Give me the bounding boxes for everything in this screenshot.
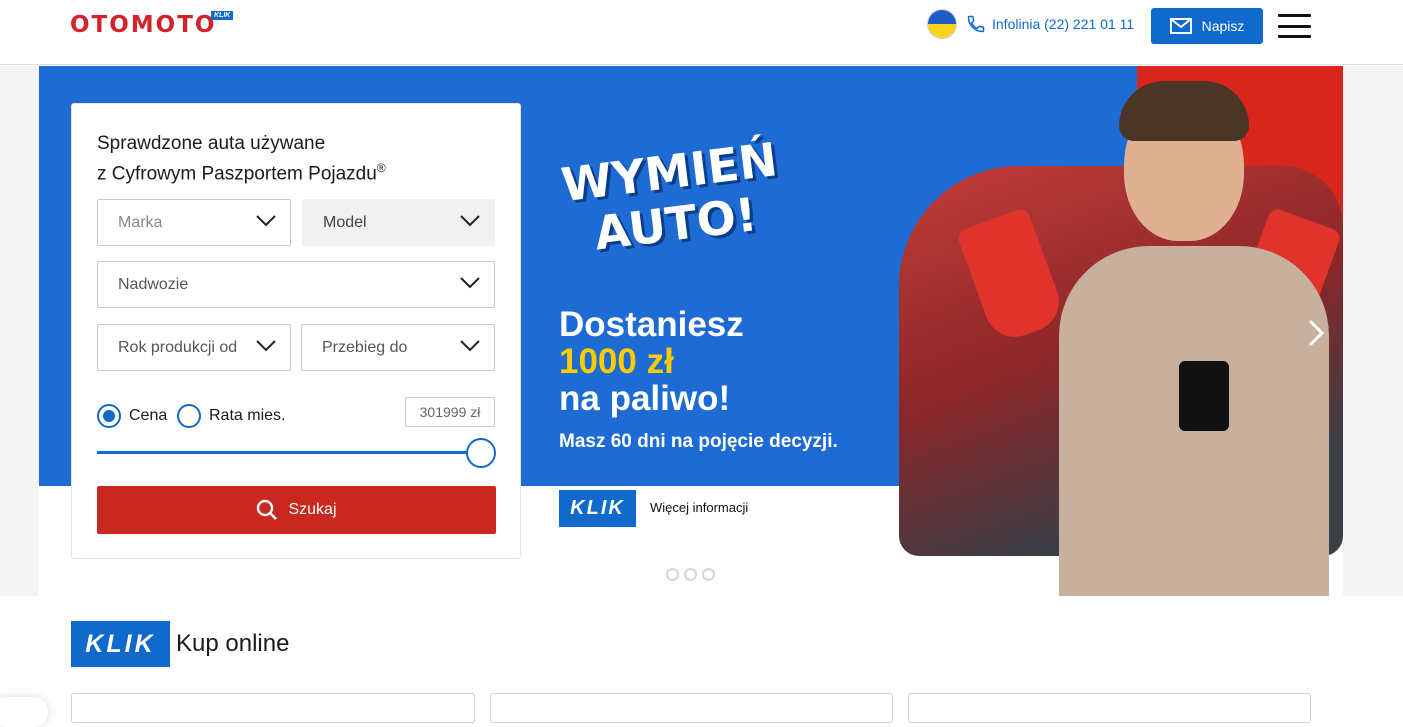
chevron-down-icon: [460, 277, 480, 289]
chevron-down-icon: [460, 215, 480, 227]
search-title-line-1: Sprawdzone auta używane: [97, 133, 326, 154]
banner-subline: Masz 60 dni na pojęcie decyzji.: [559, 431, 838, 452]
price-slider-handle[interactable]: [466, 438, 496, 468]
chevron-down-icon: [460, 340, 480, 352]
marka-placeholder: Marka: [118, 213, 163, 231]
przebieg-placeholder: Przebieg do: [322, 338, 408, 356]
next-slide-arrow-icon[interactable]: [1307, 318, 1325, 356]
price-slider-track[interactable]: [97, 451, 482, 454]
phone-icon: [967, 15, 985, 33]
floating-widget[interactable]: [0, 697, 48, 727]
carousel-dot[interactable]: [666, 568, 679, 581]
chevron-down-icon: [256, 340, 276, 352]
section-title: Kup online: [176, 630, 290, 657]
chevron-down-icon: [256, 215, 276, 227]
rok-produkcji-select[interactable]: Rok produkcji od: [97, 324, 291, 371]
offer-card[interactable]: [490, 693, 893, 723]
radio-cena[interactable]: Cena: [97, 404, 167, 428]
carousel-dot[interactable]: [684, 568, 697, 581]
napisz-label: Napisz: [1201, 18, 1245, 34]
napisz-button[interactable]: Napisz: [1151, 8, 1263, 44]
registered-mark: ®: [376, 161, 386, 175]
marka-select[interactable]: Marka: [97, 199, 291, 246]
banner-offer: Dostaniesz 1000 zł na paliwo!: [559, 306, 744, 417]
nadwozie-placeholder: Nadwozie: [118, 275, 189, 293]
search-card: Sprawdzone auta używane z Cyfrowym Paszp…: [71, 103, 521, 559]
search-button[interactable]: Szukaj: [97, 486, 496, 534]
rok-placeholder: Rok produkcji od: [118, 338, 238, 356]
search-title: Sprawdzone auta używane z Cyfrowym Paszp…: [97, 132, 386, 186]
otomoto-logo[interactable]: OTOMOTO KLIK: [70, 11, 234, 42]
radio-rata[interactable]: Rata mies.: [177, 404, 285, 428]
model-select[interactable]: Model: [302, 199, 495, 246]
logo-text: OTOMOTO: [70, 12, 217, 38]
offer-card[interactable]: [71, 693, 475, 723]
infolinia-link[interactable]: Infolinia (22) 221 01 11: [966, 14, 1134, 34]
offer-amount: 1000 zł: [559, 342, 674, 381]
offer-card[interactable]: [908, 693, 1311, 723]
man-with-phone-image: [1039, 76, 1339, 596]
model-placeholder: Model: [323, 213, 367, 231]
przebieg-select[interactable]: Przebieg do: [301, 324, 495, 371]
search-button-label: Szukaj: [288, 501, 337, 518]
logo-klik-badge: KLIK: [211, 11, 234, 20]
top-header: OTOMOTO KLIK Infolinia (22) 221 01 11 Na…: [0, 0, 1403, 65]
offer-line-1: Dostaniesz: [559, 305, 744, 344]
radio-unselected-icon: [177, 404, 201, 428]
radio-selected-icon: [97, 404, 121, 428]
carousel-dots: [666, 568, 715, 581]
infolinia-text: Infolinia (22) 221 01 11: [992, 16, 1135, 32]
radio-cena-label: Cena: [129, 407, 168, 424]
nadwozie-select[interactable]: Nadwozie: [97, 261, 495, 308]
more-info-link[interactable]: Więcej informacji: [650, 500, 748, 515]
hamburger-menu-icon[interactable]: [1278, 14, 1311, 38]
kup-online-section-header: KLIK Kup online: [71, 621, 289, 667]
radio-rata-label: Rata mies.: [209, 407, 286, 424]
search-icon: [257, 499, 278, 520]
banner-klik-badge: KLIK: [559, 490, 636, 527]
envelope-icon: [1169, 18, 1192, 34]
ukraine-flag-icon[interactable]: [927, 9, 957, 39]
search-title-line-2: z Cyfrowym Paszportem Pojazdu: [97, 163, 377, 185]
offer-line-3: na paliwo!: [559, 379, 731, 418]
carousel-dot[interactable]: [702, 568, 715, 581]
price-input[interactable]: 301999 zł: [405, 397, 495, 427]
section-klik-badge: KLIK: [71, 621, 170, 667]
